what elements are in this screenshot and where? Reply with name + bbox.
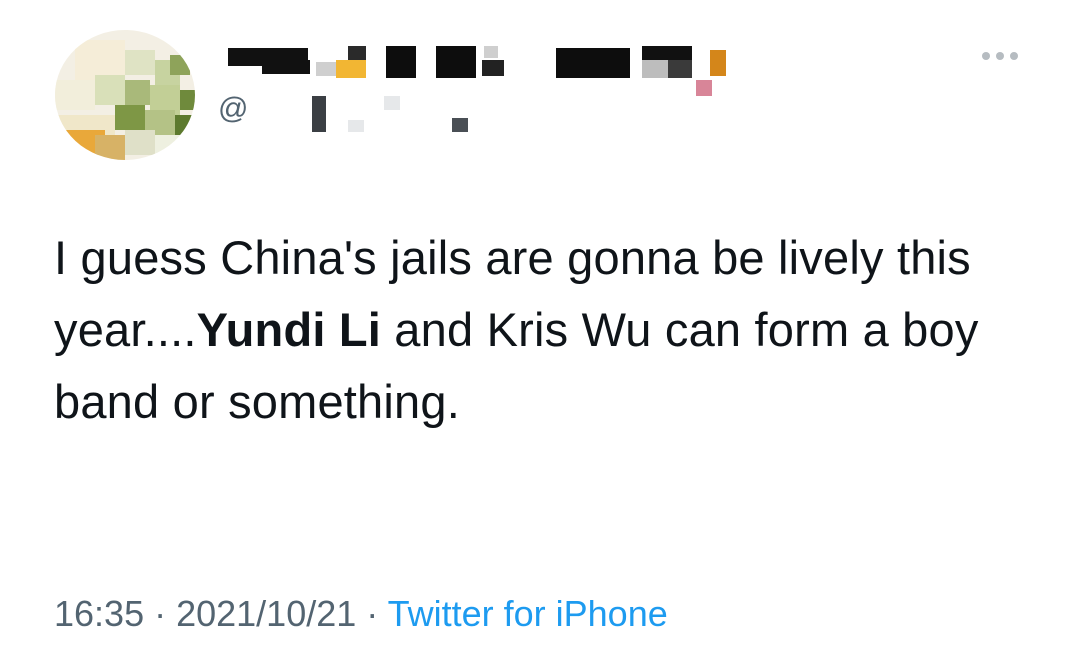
tweet-date[interactable]: 2021/10/21 xyxy=(176,593,356,634)
handle-at-symbol: @ xyxy=(218,92,249,125)
avatar[interactable] xyxy=(55,30,195,160)
tweet-text: I guess China's jails are gonna be livel… xyxy=(54,222,1044,438)
tweet-meta: 16:35 · 2021/10/21 · Twitter for iPhone xyxy=(54,592,668,636)
ellipsis-dot xyxy=(1010,52,1018,60)
tweet-text-bold: Yundi Li xyxy=(196,303,382,356)
ellipsis-dot xyxy=(982,52,990,60)
more-options-icon[interactable] xyxy=(982,48,1026,64)
ellipsis-dot xyxy=(996,52,1004,60)
tweet-card: @ I guess China's jails are gonna be liv… xyxy=(0,0,1080,664)
meta-separator: · xyxy=(356,593,388,634)
meta-separator: · xyxy=(144,593,177,634)
tweet-time[interactable]: 16:35 xyxy=(54,593,144,634)
tweet-source-link[interactable]: Twitter for iPhone xyxy=(388,593,668,634)
